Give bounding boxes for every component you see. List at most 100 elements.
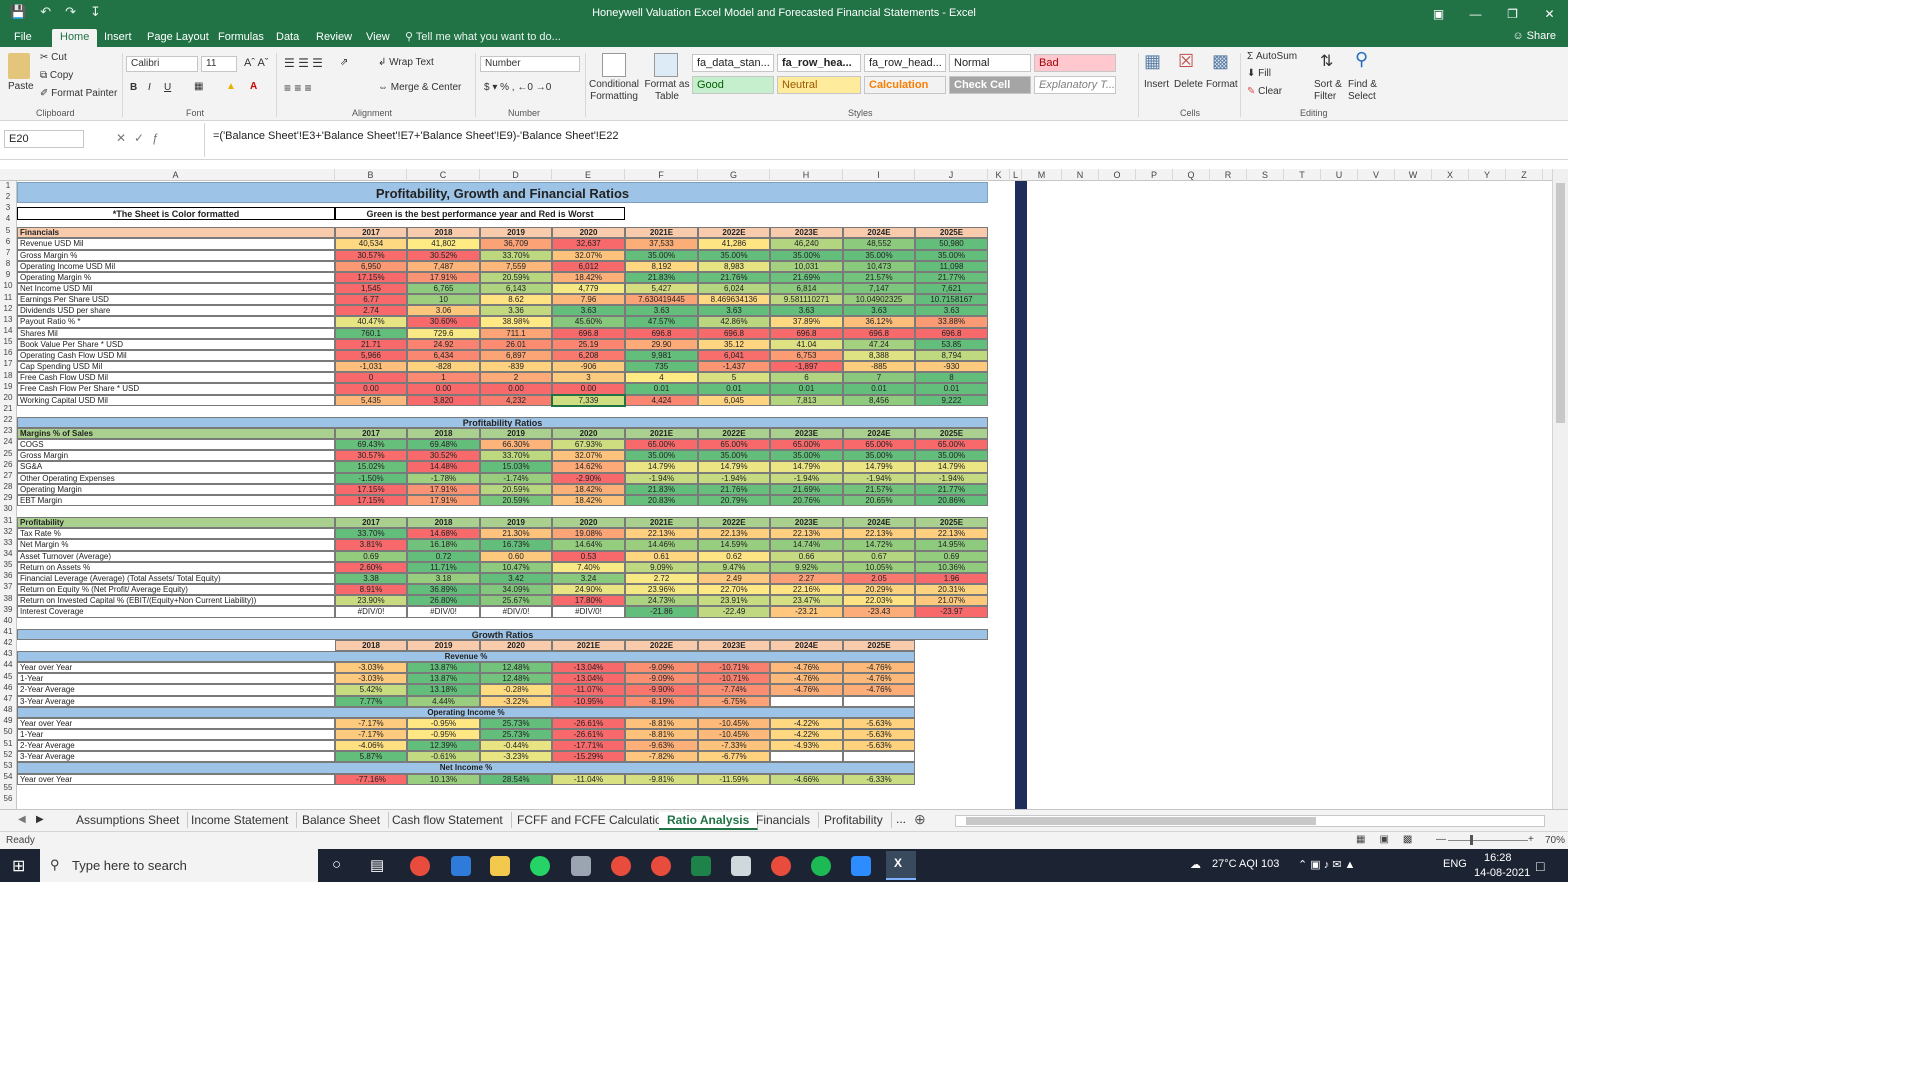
data-cell[interactable]: #DIV/0!: [480, 606, 552, 618]
data-cell[interactable]: 711.1: [480, 327, 552, 339]
data-cell[interactable]: -1.74%: [480, 472, 552, 484]
row-header[interactable]: 56: [0, 794, 16, 803]
data-cell[interactable]: 14.72%: [843, 539, 915, 551]
data-cell[interactable]: [843, 695, 915, 707]
data-cell[interactable]: 65.00%: [843, 439, 915, 451]
column-header-n[interactable]: N: [1062, 169, 1099, 181]
row-label[interactable]: Operating Cash Flow USD Mil: [17, 349, 335, 362]
year-header[interactable]: 2022E: [698, 517, 770, 529]
data-cell[interactable]: 0.01: [843, 383, 915, 395]
data-cell[interactable]: 23.96%: [625, 584, 698, 596]
row-label[interactable]: 3-Year Average: [17, 695, 335, 707]
row-header[interactable]: 29: [0, 493, 16, 502]
data-cell[interactable]: 35.00%: [915, 249, 988, 261]
data-cell[interactable]: -9.63%: [625, 740, 698, 752]
row-header[interactable]: 37: [0, 582, 16, 591]
row-header[interactable]: 10: [0, 281, 16, 290]
data-cell[interactable]: 14.79%: [625, 461, 698, 473]
year-header[interactable]: 2020: [552, 427, 625, 440]
data-cell[interactable]: 32.07%: [552, 450, 625, 462]
data-cell[interactable]: -5.63%: [843, 717, 915, 729]
data-cell[interactable]: -11.07%: [552, 684, 625, 696]
data-cell[interactable]: 696.8: [770, 327, 843, 339]
data-cell[interactable]: 40.47%: [335, 316, 407, 328]
data-cell[interactable]: 7,339: [552, 394, 625, 406]
data-cell[interactable]: 45.60%: [552, 316, 625, 328]
data-cell[interactable]: 3.06: [407, 305, 480, 317]
year-header[interactable]: 2023E: [770, 517, 843, 529]
excel-taskbar-icon[interactable]: X: [886, 851, 916, 880]
data-cell[interactable]: 0.01: [625, 383, 698, 395]
data-cell[interactable]: 65.00%: [625, 439, 698, 451]
year-header[interactable]: 2020: [552, 517, 625, 529]
data-cell[interactable]: 21.57%: [843, 483, 915, 495]
zoom-slider[interactable]: [1448, 840, 1528, 841]
data-cell[interactable]: -9.81%: [625, 773, 698, 785]
data-cell[interactable]: 25.67%: [480, 595, 552, 607]
data-cell[interactable]: -4.06%: [335, 740, 407, 752]
row-header[interactable]: 39: [0, 605, 16, 614]
row-header[interactable]: 26: [0, 460, 16, 469]
data-cell[interactable]: 33.70%: [480, 450, 552, 462]
data-cell[interactable]: 8.469634136: [698, 294, 770, 306]
row-label[interactable]: Operating Margin %: [17, 271, 335, 283]
data-cell[interactable]: 65.00%: [915, 439, 988, 451]
data-cell[interactable]: -4.76%: [843, 684, 915, 696]
data-cell[interactable]: -0.61%: [407, 751, 480, 763]
revenue-growth-header[interactable]: Revenue %: [17, 650, 915, 663]
year-header[interactable]: 2018: [407, 227, 480, 239]
data-cell[interactable]: 696.8: [915, 327, 988, 339]
data-cell[interactable]: 10,031: [770, 260, 843, 272]
data-cell[interactable]: 20.86%: [915, 494, 988, 506]
chrome-profile-icon[interactable]: [611, 856, 631, 876]
column-header-e[interactable]: E: [552, 169, 625, 181]
data-cell[interactable]: -1.50%: [335, 472, 407, 484]
paste-icon[interactable]: [8, 53, 30, 79]
insert-cells-icon[interactable]: ▦: [1144, 51, 1161, 72]
column-header-w[interactable]: W: [1395, 169, 1432, 181]
data-cell[interactable]: 4: [625, 372, 698, 384]
data-cell[interactable]: 4,424: [625, 394, 698, 406]
data-cell[interactable]: 2: [480, 372, 552, 384]
row-header[interactable]: 4: [0, 214, 16, 223]
data-cell[interactable]: -4.93%: [770, 740, 843, 752]
data-cell[interactable]: 37.89%: [770, 316, 843, 328]
zoom-level[interactable]: 70%: [1545, 835, 1565, 846]
data-cell[interactable]: 6,897: [480, 349, 552, 362]
row-header[interactable]: 6: [0, 237, 16, 246]
data-cell[interactable]: -3.03%: [335, 662, 407, 674]
data-cell[interactable]: 0.00: [335, 383, 407, 395]
tab-review[interactable]: Review: [308, 29, 360, 47]
profitability-ratios-title[interactable]: Profitability Ratios: [17, 416, 988, 428]
row-label[interactable]: Year over Year: [17, 717, 335, 729]
data-cell[interactable]: -4.76%: [843, 662, 915, 674]
data-cell[interactable]: 22.13%: [625, 528, 698, 540]
merge-center-button[interactable]: ⇔ Merge & Center: [378, 82, 461, 93]
year-header[interactable]: 2018: [407, 517, 480, 529]
data-cell[interactable]: #DIV/0!: [335, 606, 407, 618]
align-left-icon[interactable]: ≡ ≡ ≡: [284, 81, 312, 95]
data-cell[interactable]: 735: [625, 361, 698, 373]
data-cell[interactable]: 23.47%: [770, 595, 843, 607]
data-cell[interactable]: -26.61%: [552, 717, 625, 729]
column-header-o[interactable]: O: [1099, 169, 1136, 181]
data-cell[interactable]: 6,208: [552, 349, 625, 362]
data-cell[interactable]: 25.73%: [480, 729, 552, 741]
row-label[interactable]: Revenue USD Mil: [17, 238, 335, 250]
row-header[interactable]: 13: [0, 315, 16, 324]
row-label[interactable]: COGS: [17, 439, 335, 451]
bold-icon[interactable]: B: [130, 82, 137, 93]
clock-date[interactable]: 14-08-2021: [1474, 867, 1530, 879]
growth-ratios-title[interactable]: Growth Ratios: [17, 628, 988, 640]
data-cell[interactable]: 35.00%: [915, 450, 988, 462]
sheet-tab[interactable]: FCFF and FCFE Calculation: [509, 812, 678, 828]
data-cell[interactable]: 6: [770, 372, 843, 384]
data-cell[interactable]: -1.94%: [770, 472, 843, 484]
year-header[interactable]: 2022E: [698, 227, 770, 239]
sheet-tab[interactable]: Income Statement: [183, 812, 298, 828]
row-header[interactable]: 18: [0, 371, 16, 380]
data-cell[interactable]: -8.81%: [625, 729, 698, 741]
zoom-app-icon[interactable]: [851, 856, 871, 876]
data-cell[interactable]: 20.83%: [625, 494, 698, 506]
formula-input[interactable]: =('Balance Sheet'!E3+'Balance Sheet'!E7+…: [204, 123, 1554, 157]
